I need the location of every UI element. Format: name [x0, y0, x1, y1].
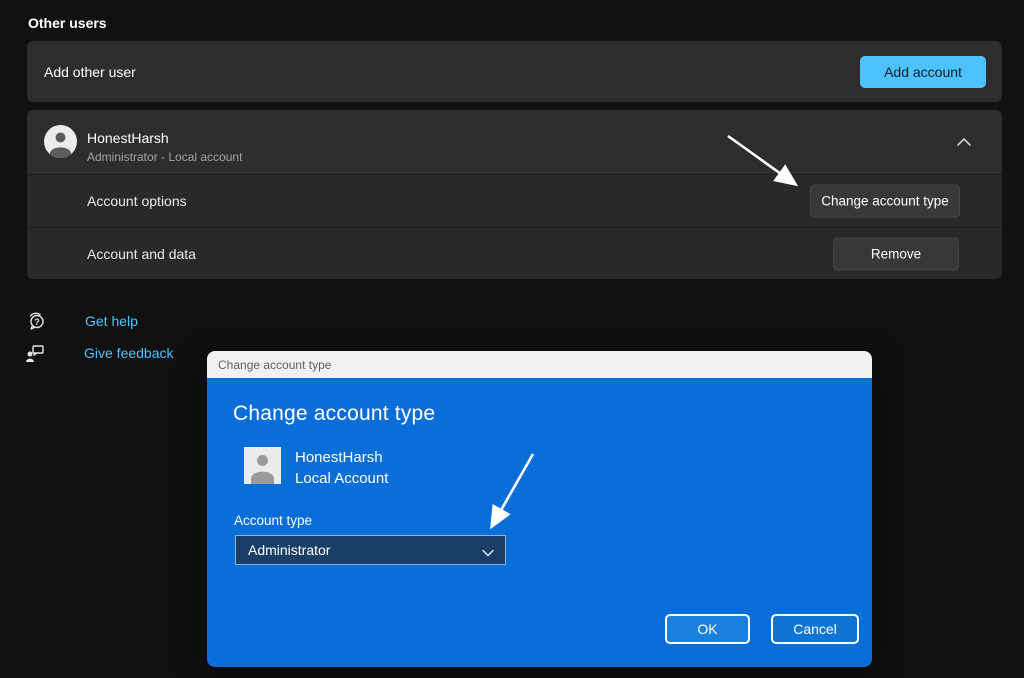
page-title: Other users [28, 15, 107, 31]
user-subtitle: Administrator - Local account [87, 150, 242, 164]
give-feedback-label: Give feedback [84, 345, 174, 361]
dialog-body: Change account type HonestHarsh Local Ac… [207, 378, 872, 667]
give-feedback-link[interactable]: Give feedback [25, 343, 205, 365]
dialog-user-avatar-icon [244, 447, 281, 484]
user-name: HonestHarsh [87, 130, 169, 146]
dialog-titlebar[interactable]: Change account type [207, 351, 872, 378]
user-avatar-icon [44, 125, 77, 158]
dialog-heading: Change account type [233, 402, 435, 426]
account-and-data-label: Account and data [87, 246, 196, 262]
chevron-up-icon[interactable] [956, 135, 972, 147]
change-account-type-button[interactable]: Change account type [810, 185, 960, 218]
remove-account-button[interactable]: Remove [833, 237, 959, 270]
dialog-user-name: HonestHarsh [295, 449, 383, 466]
give-feedback-icon [25, 343, 45, 368]
account-type-field-label: Account type [234, 513, 312, 528]
dialog-window-title: Change account type [218, 358, 331, 372]
chevron-down-icon [481, 545, 495, 563]
add-other-user-card: Add other user Add account [27, 41, 1002, 102]
dialog-user-kind: Local Account [295, 470, 388, 487]
get-help-link[interactable]: ? Get help [26, 311, 186, 333]
account-type-selected-value: Administrator [248, 542, 330, 558]
change-account-type-dialog: Change account type Change account type … [207, 351, 872, 667]
account-options-label: Account options [87, 193, 187, 209]
get-help-label: Get help [85, 313, 138, 329]
add-other-user-label: Add other user [44, 64, 136, 80]
svg-text:?: ? [34, 317, 40, 327]
user-account-card: HonestHarsh Administrator - Local accoun… [27, 110, 1002, 279]
account-options-row: Account options Change account type [27, 174, 1002, 227]
user-card-header[interactable]: HonestHarsh Administrator - Local accoun… [27, 110, 1002, 174]
account-type-dropdown[interactable]: Administrator [235, 535, 506, 565]
cancel-button[interactable]: Cancel [771, 614, 859, 644]
get-help-icon: ? [26, 311, 46, 336]
ok-button[interactable]: OK [665, 614, 750, 644]
account-and-data-row: Account and data Remove [27, 227, 1002, 279]
add-account-button[interactable]: Add account [860, 56, 986, 88]
